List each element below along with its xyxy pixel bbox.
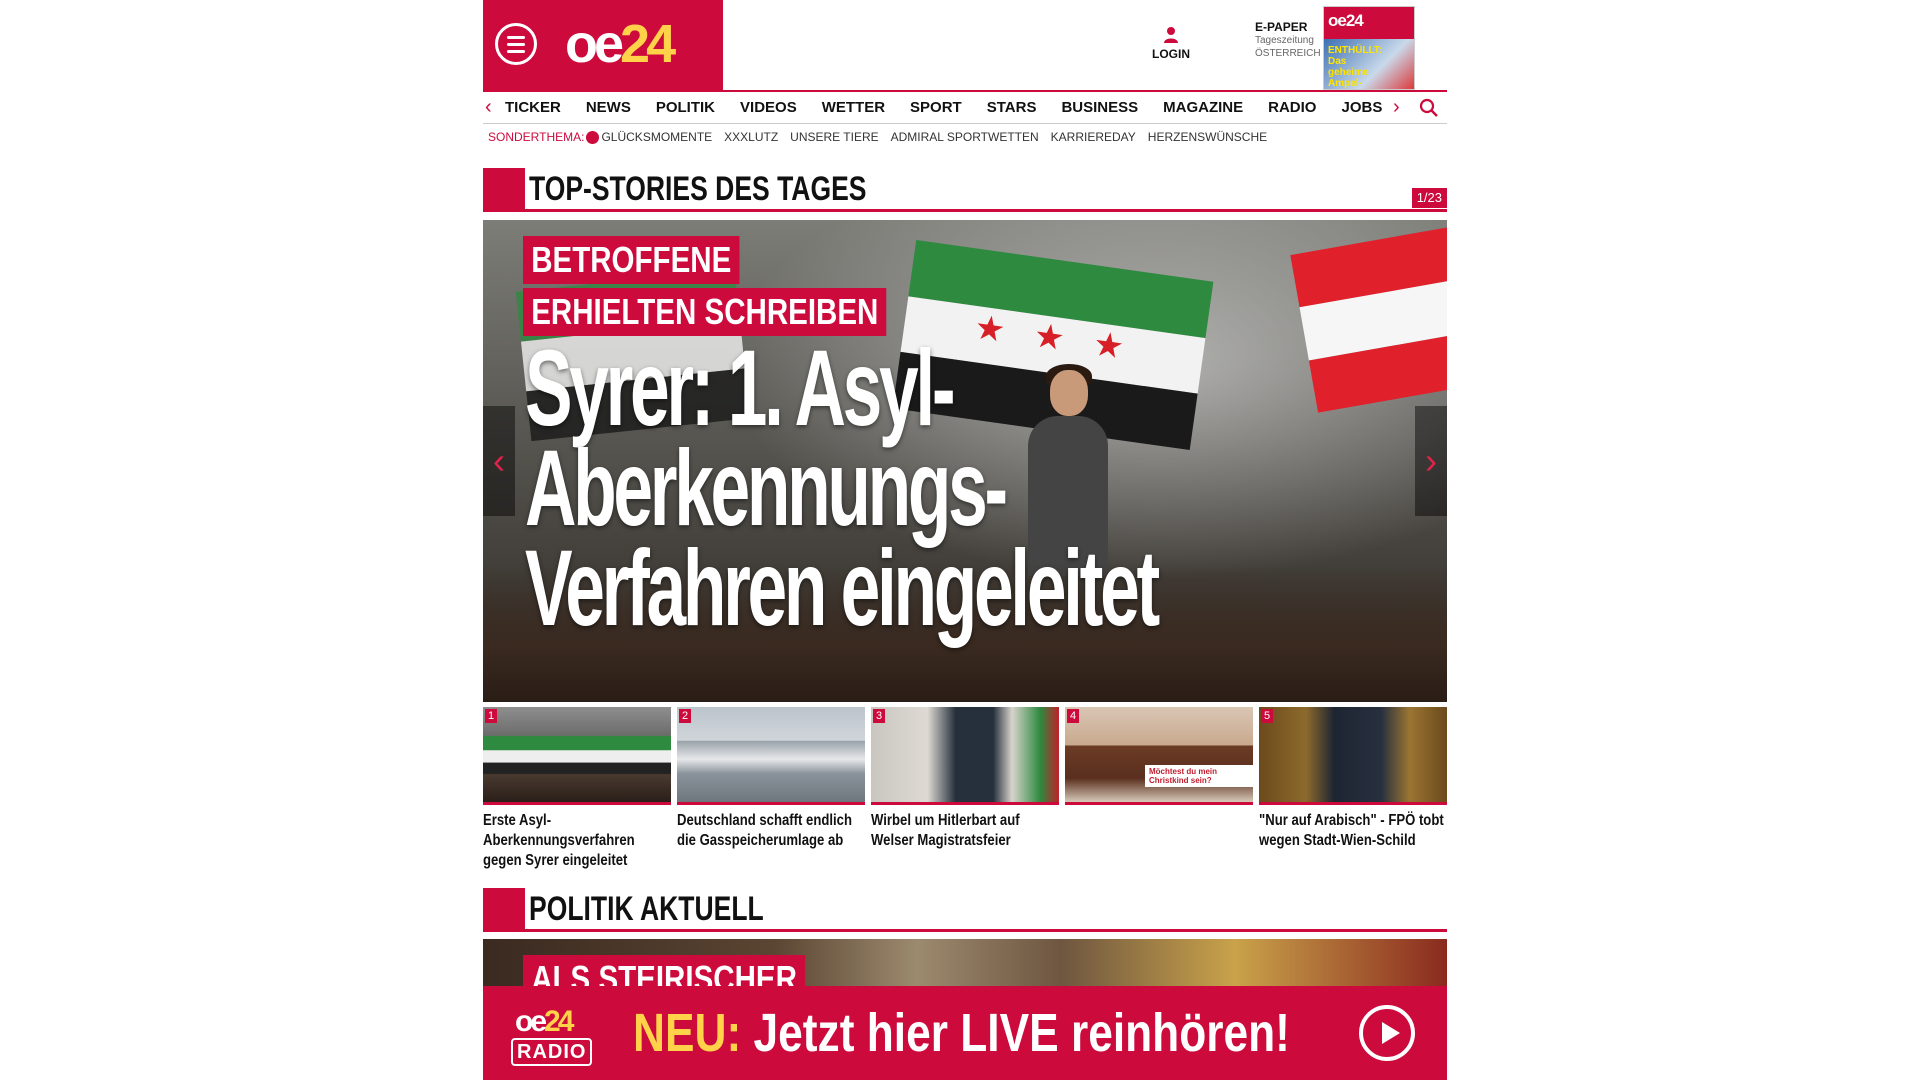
- subnav-item-admiral[interactable]: ADMIRAL SPORTWETTEN: [891, 130, 1039, 144]
- nav-item-news[interactable]: NEWS: [586, 92, 643, 124]
- login-label: LOGIN: [1152, 47, 1190, 61]
- user-icon: [1164, 27, 1178, 43]
- radio-cta-text: Jetzt hier LIVE reinhören!: [753, 1003, 1290, 1063]
- thumb-image: 1: [483, 707, 671, 805]
- thumb-number: 1: [485, 709, 498, 723]
- story-thumb[interactable]: 5 "Nur auf Arabisch" - FPÖ tobt wegen St…: [1259, 707, 1447, 877]
- hero-flag-austrian: [1290, 227, 1447, 413]
- nav-item-jobs[interactable]: JOBS: [1341, 92, 1394, 124]
- heading-accent-block: [483, 168, 525, 209]
- story-thumb[interactable]: 2 Deutschland schafft endlich die Gasspe…: [677, 707, 865, 877]
- section-title: POLITIK AKTUELL: [529, 890, 764, 928]
- radio-banner[interactable]: oe24 RADIO NEU: Jetzt hier LIVE reinhöre…: [483, 986, 1447, 1080]
- story-thumb[interactable]: 3 Wirbel um Hitlerbart auf Welser Magist…: [871, 707, 1059, 877]
- login-button[interactable]: LOGIN: [1151, 26, 1191, 61]
- epaper-title: E-PAPER: [1255, 20, 1308, 34]
- search-icon[interactable]: [1419, 98, 1439, 118]
- menu-icon-line: [507, 50, 525, 53]
- radio-logo-sub: RADIO: [511, 1038, 593, 1066]
- hero-prev-button[interactable]: ‹: [483, 406, 515, 516]
- nav-prev-icon[interactable]: ‹: [485, 96, 492, 119]
- nav-item-magazine[interactable]: MAGAZINE: [1163, 92, 1255, 124]
- heading-accent-block: [483, 888, 525, 929]
- play-icon[interactable]: [1359, 1005, 1415, 1061]
- nav-items: TICKER NEWS POLITIK VIDEOS WETTER SPORT …: [505, 92, 1407, 124]
- hero-next-button[interactable]: ›: [1415, 406, 1447, 516]
- hero-kicker: BETROFFENE ERHIELTEN SCHREIBEN: [523, 236, 966, 336]
- menu-button[interactable]: [495, 23, 537, 65]
- story-thumb[interactable]: 4 Möchtest du mein Christkind sein?: [1065, 707, 1253, 877]
- hero-kicker-line1: BETROFFENE: [523, 236, 740, 284]
- nav-item-videos[interactable]: VIDEOS: [740, 92, 809, 124]
- top-stories-heading: TOP-STORIES DES TAGES 1/23: [483, 168, 1447, 212]
- nav-item-stars[interactable]: STARS: [987, 92, 1049, 124]
- epaper-cover-image[interactable]: oe24 ENTHÜLLT: Das geheime Ampel-Papier: [1323, 6, 1415, 90]
- section-title: TOP-STORIES DES TAGES: [529, 170, 867, 208]
- thumb-image-tag: Möchtest du mein Christkind sein?: [1145, 765, 1253, 787]
- radio-logo: oe24 RADIO: [511, 1006, 603, 1066]
- epaper-subtitle-country: ÖSTERREICH: [1255, 48, 1321, 59]
- nav-item-radio[interactable]: RADIO: [1268, 92, 1328, 124]
- thumb-caption: Erste Asyl-Aberkennungsverfahren gegen S…: [483, 812, 635, 869]
- radio-neu-label: NEU:: [633, 1003, 742, 1063]
- cover-logo: oe24: [1328, 11, 1364, 30]
- thumb-caption: Wirbel um Hitlerbart auf Welser Magistra…: [871, 812, 1020, 849]
- logo-num-text: 24: [620, 14, 676, 74]
- subnav-item-unsere-tiere[interactable]: UNSERE TIERE: [790, 130, 878, 144]
- thumb-number: 3: [873, 709, 886, 723]
- thumb-image: 3: [871, 707, 1059, 805]
- nav-item-politik[interactable]: POLITIK: [656, 92, 727, 124]
- politik-heading: POLITIK AKTUELL: [483, 888, 1447, 932]
- thumb-number: 2: [679, 709, 692, 723]
- radio-logo-text: oe24: [515, 1005, 574, 1038]
- subnav-item-xxxlutz[interactable]: XXXLUTZ: [724, 130, 778, 144]
- epaper-subtitle: Tageszeitung: [1255, 35, 1314, 46]
- thumb-image: 2: [677, 707, 865, 805]
- epaper-link[interactable]: E-PAPER Tageszeitung ÖSTERREICH: [1255, 20, 1325, 60]
- sonderthema-label: SONDERTHEMA:: [488, 130, 585, 144]
- thumb-caption: Deutschland schafft endlich die Gasspeic…: [677, 812, 852, 849]
- subnav-item-karriereday[interactable]: KARRIEREDAY: [1051, 130, 1136, 144]
- radio-logo-num: 24: [544, 1005, 574, 1038]
- thumb-number: 5: [1261, 709, 1274, 723]
- thumb-number: 4: [1067, 709, 1080, 723]
- nav-item-wetter[interactable]: WETTER: [822, 92, 897, 124]
- nav-item-business[interactable]: BUSINESS: [1061, 92, 1150, 124]
- thumb-image: 4 Möchtest du mein Christkind sein?: [1065, 707, 1253, 805]
- story-thumbnails: 1 Erste Asyl-Aberkennungsverfahren gegen…: [483, 707, 1447, 877]
- main-nav: ‹ TICKER NEWS POLITIK VIDEOS WETTER SPOR…: [483, 90, 1447, 124]
- site-logo[interactable]: oe24: [565, 14, 676, 74]
- thumb-image: 5: [1259, 707, 1447, 805]
- nav-item-sport[interactable]: SPORT: [910, 92, 974, 124]
- gluecksmomente-icon: [586, 130, 600, 144]
- subnav-item-gluecksmomente[interactable]: GLÜCKSMOMENTE: [601, 130, 712, 144]
- logo-main-text: oe: [565, 14, 624, 74]
- story-counter: 1/23: [1411, 188, 1447, 208]
- site-header: oe24 LOGIN E-PAPER Tageszeitung ÖSTERREI…: [483, 0, 1447, 90]
- sub-nav: SONDERTHEMA: GLÜCKSMOMENTE XXXLUTZ UNSER…: [483, 124, 1447, 150]
- page: oe24 LOGIN E-PAPER Tageszeitung ÖSTERREI…: [483, 0, 1447, 1080]
- story-thumb[interactable]: 1 Erste Asyl-Aberkennungsverfahren gegen…: [483, 707, 671, 877]
- logo-box: oe24: [483, 0, 723, 90]
- menu-icon-line: [507, 36, 525, 39]
- nav-item-ticker[interactable]: TICKER: [505, 92, 573, 124]
- thumb-caption: "Nur auf Arabisch" - FPÖ tobt wegen Stad…: [1259, 812, 1444, 849]
- hero-headline[interactable]: Syrer: 1. Asyl-Aberkennungs-Verfahren ei…: [525, 334, 1284, 642]
- subnav-item-herzenswuensche[interactable]: HERZENSWÜNSCHE: [1148, 130, 1267, 144]
- radio-banner-text: NEU: Jetzt hier LIVE reinhören!: [633, 1000, 1290, 1066]
- menu-icon-line: [507, 43, 525, 46]
- nav-next-icon[interactable]: ›: [1393, 96, 1400, 119]
- radio-logo-main: oe: [515, 1005, 547, 1038]
- hero-story[interactable]: ★ ★ ★ BETROFFENE ERHIELTEN SCHREIBEN Syr…: [483, 220, 1447, 702]
- cover-headline: ENTHÜLLT: Das geheime Ampel-Papier: [1328, 45, 1383, 89]
